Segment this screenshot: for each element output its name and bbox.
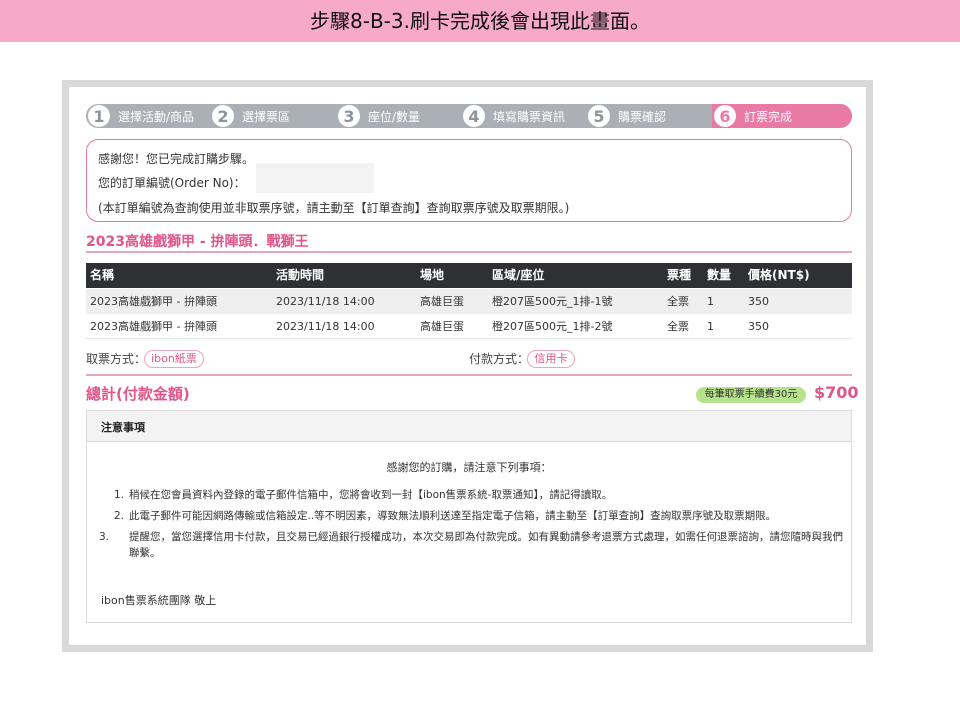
notes-thanks: 感謝您的訂購，請注意下列事項： bbox=[386, 461, 552, 474]
thanks-message: 感謝您！您已完成訂購步驟。 bbox=[98, 152, 255, 166]
note-number: 1. bbox=[114, 489, 125, 501]
note-text: 提醒您，當您選擇信用卡付款，且交易已經過銀行授權成功，本次交易即為付款完成。如有… bbox=[129, 531, 843, 559]
pickup-method-badge: ibon紙票 bbox=[144, 350, 204, 368]
total-label: 總計(付款金額) bbox=[86, 385, 190, 403]
note-text: 稍候在您會員資料內登錄的電子郵件信箱中，您將會收到一封【ibon售票系統-取票通… bbox=[129, 489, 613, 501]
column-header-price: 價格(NT$) bbox=[748, 268, 810, 282]
note-number: 3. bbox=[99, 531, 110, 543]
note-text: 此電子郵件可能因網路傳輸或信箱設定..等不明因素，導致無法順利送達至指定電子信箱… bbox=[129, 510, 777, 522]
payment-method-label: 付款方式： bbox=[469, 352, 530, 366]
step-1: 1 選擇活動/商品 bbox=[88, 104, 194, 128]
notes-title: 注意事項 bbox=[101, 421, 145, 434]
cell-name: 2023高雄戲獅甲 - 拚陣頭 bbox=[90, 295, 217, 308]
payment-method-badge: 信用卡 bbox=[527, 350, 575, 368]
cell-venue: 高雄巨蛋 bbox=[420, 295, 464, 308]
order-number-note: (本訂單編號為查詢使用並非取票序號，請主動至【訂單查詢】查詢取票序號及取票期限。… bbox=[98, 201, 570, 215]
cell-price: 350 bbox=[748, 295, 769, 308]
cell-time: 2023/11/18 14:00 bbox=[276, 295, 375, 308]
cell-venue: 高雄巨蛋 bbox=[420, 320, 464, 333]
step-number-icon: 3 bbox=[338, 105, 360, 127]
cell-price: 350 bbox=[748, 320, 769, 333]
cell-quantity: 1 bbox=[707, 320, 714, 333]
cell-quantity: 1 bbox=[707, 295, 714, 308]
notes-header bbox=[87, 411, 851, 442]
total-amount: $700 bbox=[814, 383, 859, 402]
divider bbox=[86, 251, 852, 253]
column-header-seat: 區域/座位 bbox=[492, 268, 545, 282]
step-5: 5 購票確認 bbox=[588, 104, 666, 128]
column-header-ticket-type: 票種 bbox=[667, 268, 692, 282]
step-number-icon: 1 bbox=[88, 105, 110, 127]
note-number: 2. bbox=[114, 510, 125, 522]
step-number-icon: 5 bbox=[588, 105, 610, 127]
pickup-method-label: 取票方式： bbox=[86, 352, 147, 366]
cell-ticket-type: 全票 bbox=[667, 295, 689, 308]
signature: ibon售票系統團隊 敬上 bbox=[101, 594, 217, 607]
step-label: 座位/數量 bbox=[368, 109, 421, 124]
ticket-table-header bbox=[86, 263, 852, 288]
step-2: 2 選擇票區 bbox=[212, 104, 290, 128]
cell-time: 2023/11/18 14:00 bbox=[276, 320, 375, 333]
column-header-venue: 場地 bbox=[420, 268, 445, 282]
column-header-name: 名稱 bbox=[90, 268, 115, 282]
step-3: 3 座位/數量 bbox=[338, 104, 420, 128]
fee-note-badge: 每筆取票手續費30元 bbox=[696, 387, 806, 403]
step-number-icon: 6 bbox=[714, 105, 736, 127]
step-4: 4 填寫購票資訊 bbox=[463, 104, 565, 128]
cell-seat: 橙207區500元_1排-2號 bbox=[492, 320, 613, 333]
step-number-icon: 4 bbox=[463, 105, 485, 127]
column-header-time: 活動時間 bbox=[276, 268, 325, 282]
column-header-quantity: 數量 bbox=[707, 268, 732, 282]
note-item: 1. 稍候在您會員資料內登錄的電子郵件信箱中，您將會收到一封【ibon售票系統-取… bbox=[114, 487, 844, 503]
cell-seat: 橙207區500元_1排-1號 bbox=[492, 295, 613, 308]
step-label: 訂票完成 bbox=[744, 109, 793, 124]
step-label: 選擇票區 bbox=[242, 109, 291, 124]
step-label: 填寫購票資訊 bbox=[493, 109, 566, 124]
cell-name: 2023高雄戲獅甲 - 拚陣頭 bbox=[90, 320, 217, 333]
event-title: 2023高雄戲獅甲 - 拚陣頭．戰獅王 bbox=[86, 234, 309, 250]
step-label: 選擇活動/商品 bbox=[118, 109, 195, 124]
divider bbox=[86, 374, 852, 376]
step-6-current: 6 訂票完成 bbox=[714, 104, 792, 128]
order-number-value-redacted bbox=[256, 163, 374, 193]
slide-title: 步驟8-B-3.刷卡完成後會出現此畫面。 bbox=[310, 9, 650, 33]
order-number-label: 您的訂單編號(Order No)： bbox=[98, 176, 246, 190]
note-item: 3. 提醒您，當您選擇信用卡付款，且交易已經過銀行授權成功，本次交易即為付款完成。… bbox=[99, 529, 844, 561]
cell-ticket-type: 全票 bbox=[667, 320, 689, 333]
step-label: 購票確認 bbox=[618, 109, 667, 124]
step-number-icon: 2 bbox=[212, 105, 234, 127]
note-item: 2. 此電子郵件可能因網路傳輸或信箱設定..等不明因素，導致無法順利送達至指定電子… bbox=[114, 508, 844, 524]
